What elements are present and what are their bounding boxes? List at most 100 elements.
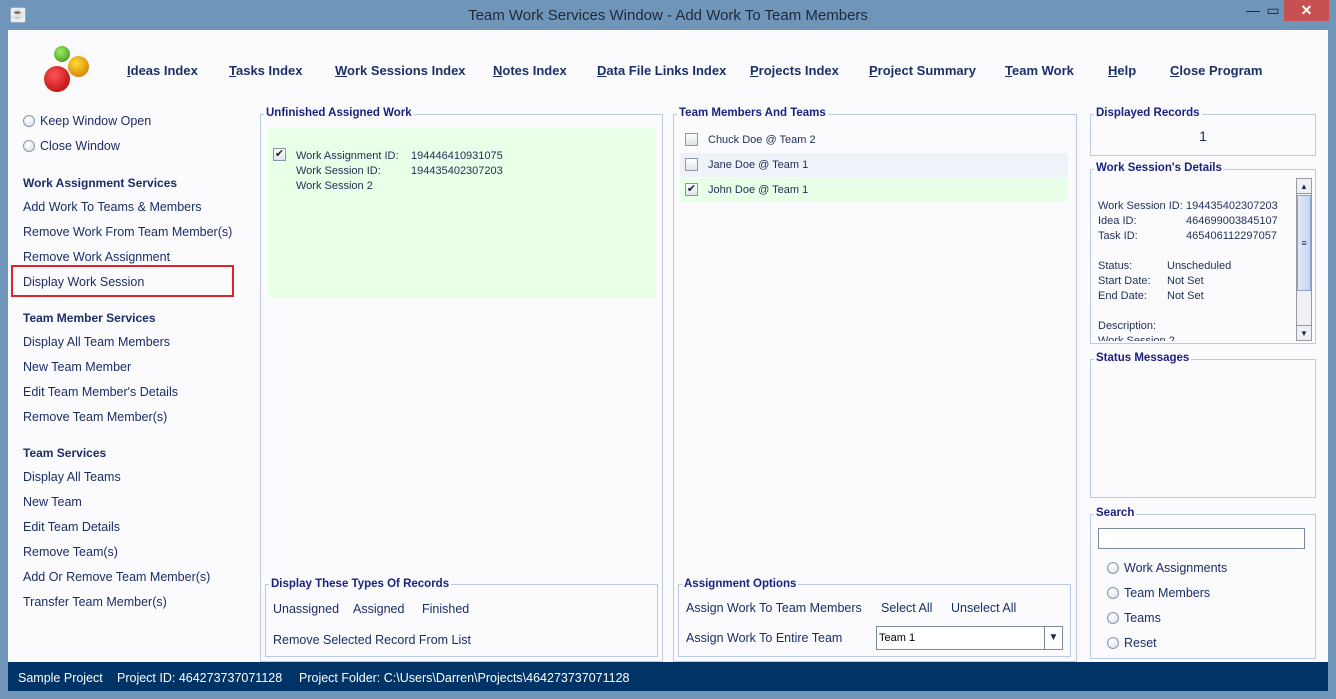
panel-title: Status Messages [1094, 352, 1192, 364]
work-record[interactable]: ✔ Work Assignment ID: 194446410931075 Wo… [268, 128, 656, 298]
details-scrollbar[interactable]: ▲ ≡ ▼ [1296, 178, 1312, 341]
panel-title: Assignment Options [682, 578, 799, 590]
sidebar-item[interactable]: Remove Work From Team Member(s) [23, 225, 232, 239]
section-heading: Work Assignment Services [23, 176, 178, 190]
project-id: Project ID: 464273737071128 [117, 671, 283, 685]
search-option[interactable]: Work Assignments [1124, 561, 1227, 575]
menu-item[interactable]: Close Program [1170, 63, 1262, 78]
sidebar-item[interactable]: Remove Team(s) [23, 545, 118, 559]
radio-button[interactable] [1107, 562, 1119, 574]
scroll-down-icon[interactable]: ▼ [1297, 325, 1311, 340]
member-row[interactable]: Chuck Doe @ Team 2 [680, 128, 1068, 152]
window-option[interactable]: Close Window [40, 139, 120, 153]
value: 194446410931075 [411, 150, 503, 162]
unselect-all-button[interactable]: Unselect All [951, 601, 1016, 615]
scroll-up-icon[interactable]: ▲ [1297, 179, 1311, 194]
menu-item[interactable]: Help [1108, 63, 1136, 78]
search-option[interactable]: Team Members [1124, 586, 1210, 600]
sidebar-item[interactable]: Add Work To Teams & Members [23, 200, 202, 214]
remove-record-button[interactable]: Remove Selected Record From List [273, 633, 471, 647]
radio-button[interactable] [1107, 637, 1119, 649]
radio-button[interactable] [1107, 612, 1119, 624]
sidebar-item[interactable]: New Team [23, 495, 82, 509]
record-checkbox[interactable]: ✔ [273, 148, 286, 161]
detail-label: Task ID: [1098, 230, 1138, 242]
panel-title: Search [1094, 507, 1137, 519]
detail-label: Idea ID: [1098, 215, 1137, 227]
member-checkbox[interactable]: ✔ [685, 183, 698, 196]
sidebar-item[interactable]: Display All Team Members [23, 335, 170, 349]
detail-value: 194435402307203 [1186, 200, 1278, 212]
menu-item[interactable]: Project Summary [869, 63, 976, 78]
detail-label: Status: [1098, 260, 1133, 272]
finished-button[interactable]: Finished [422, 602, 469, 616]
menu-item[interactable]: Ideas Index [127, 63, 198, 78]
menu-item[interactable]: Data File Links Index [597, 63, 726, 78]
team-select-value: Team 1 [879, 632, 916, 644]
assign-to-members-button[interactable]: Assign Work To Team Members [686, 601, 862, 615]
status-bar: Sample Project Project ID: 4642737370711… [8, 662, 1328, 691]
member-label: Chuck Doe @ Team 2 [708, 134, 816, 146]
menu-item[interactable]: Tasks Index [229, 63, 302, 78]
detail-value: 464699003845107 [1186, 215, 1278, 227]
search-option[interactable]: Teams [1124, 611, 1161, 625]
detail-value: 465406112297057 [1186, 230, 1277, 242]
detail-value: Work Session 2 [1098, 335, 1175, 341]
member-label: Jane Doe @ Team 1 [708, 159, 809, 171]
member-checkbox[interactable] [685, 158, 698, 171]
chevron-down-icon[interactable]: ▼ [1044, 627, 1062, 649]
detail-label: Start Date: [1098, 275, 1151, 287]
record-name: Work Session 2 [296, 180, 373, 192]
section-heading: Team Services [23, 446, 107, 460]
radio-button[interactable] [1107, 587, 1119, 599]
sidebar-item[interactable]: New Team Member [23, 360, 131, 374]
section-heading: Team Member Services [23, 311, 156, 325]
team-select[interactable]: Team 1 ▼ [876, 626, 1063, 650]
sidebar-item[interactable]: Transfer Team Member(s) [23, 595, 167, 609]
search-option[interactable]: Reset [1124, 636, 1157, 650]
app-logo [44, 46, 92, 94]
maximize-button[interactable]: ▭ [1262, 0, 1284, 21]
project-name: Sample Project [18, 671, 103, 685]
sidebar-item[interactable]: Add Or Remove Team Member(s) [23, 570, 210, 584]
sidebar-item[interactable]: Edit Team Member's Details [23, 385, 178, 399]
detail-label: End Date: [1098, 290, 1147, 302]
highlight-box [11, 265, 234, 297]
panel-title: Team Members And Teams [677, 107, 828, 119]
assign-to-team-button[interactable]: Assign Work To Entire Team [686, 631, 842, 645]
detail-value: Not Set [1167, 290, 1204, 302]
menu-item[interactable]: Work Sessions Index [335, 63, 466, 78]
sidebar-item[interactable]: Remove Team Member(s) [23, 410, 167, 424]
menu-item[interactable]: Team Work [1005, 63, 1074, 78]
member-label: John Doe @ Team 1 [708, 184, 809, 196]
select-all-button[interactable]: Select All [881, 601, 932, 615]
sidebar-item[interactable]: Remove Work Assignment [23, 250, 170, 264]
assigned-button[interactable]: Assigned [353, 602, 404, 616]
panel-title: Displayed Records [1094, 107, 1202, 119]
panel-title: Unfinished Assigned Work [264, 107, 414, 119]
detail-label: Work Session ID: [1098, 200, 1183, 212]
details-text: Work Session ID: 194435402307203 Idea ID: 4… [1093, 178, 1295, 341]
search-input[interactable] [1098, 528, 1305, 549]
value: 194435402307203 [411, 165, 503, 177]
project-folder: Project Folder: C:\Users\Darren\Projects… [299, 671, 630, 685]
member-row[interactable]: ✔ John Doe @ Team 1 [680, 178, 1068, 202]
panel-title: Display These Types Of Records [269, 578, 452, 590]
sidebar-item[interactable]: Display All Teams [23, 470, 121, 484]
radio-button[interactable] [23, 140, 35, 152]
label: Work Session ID: [296, 165, 381, 177]
menu-item[interactable]: Projects Index [750, 63, 839, 78]
member-checkbox[interactable] [685, 133, 698, 146]
member-row[interactable]: Jane Doe @ Team 1 [680, 153, 1068, 177]
panel-title: Work Session's Details [1094, 162, 1224, 174]
detail-label: Description: [1098, 320, 1157, 332]
scroll-thumb[interactable]: ≡ [1297, 195, 1311, 291]
radio-button[interactable] [23, 115, 35, 127]
java-app-icon[interactable]: ☕ [10, 7, 26, 23]
window-option[interactable]: Keep Window Open [40, 114, 151, 128]
close-button[interactable]: ✕ [1284, 0, 1329, 21]
displayed-count: 1 [1199, 128, 1207, 144]
menu-item[interactable]: Notes Index [493, 63, 567, 78]
sidebar-item[interactable]: Edit Team Details [23, 520, 120, 534]
unassigned-button[interactable]: Unassigned [273, 602, 339, 616]
